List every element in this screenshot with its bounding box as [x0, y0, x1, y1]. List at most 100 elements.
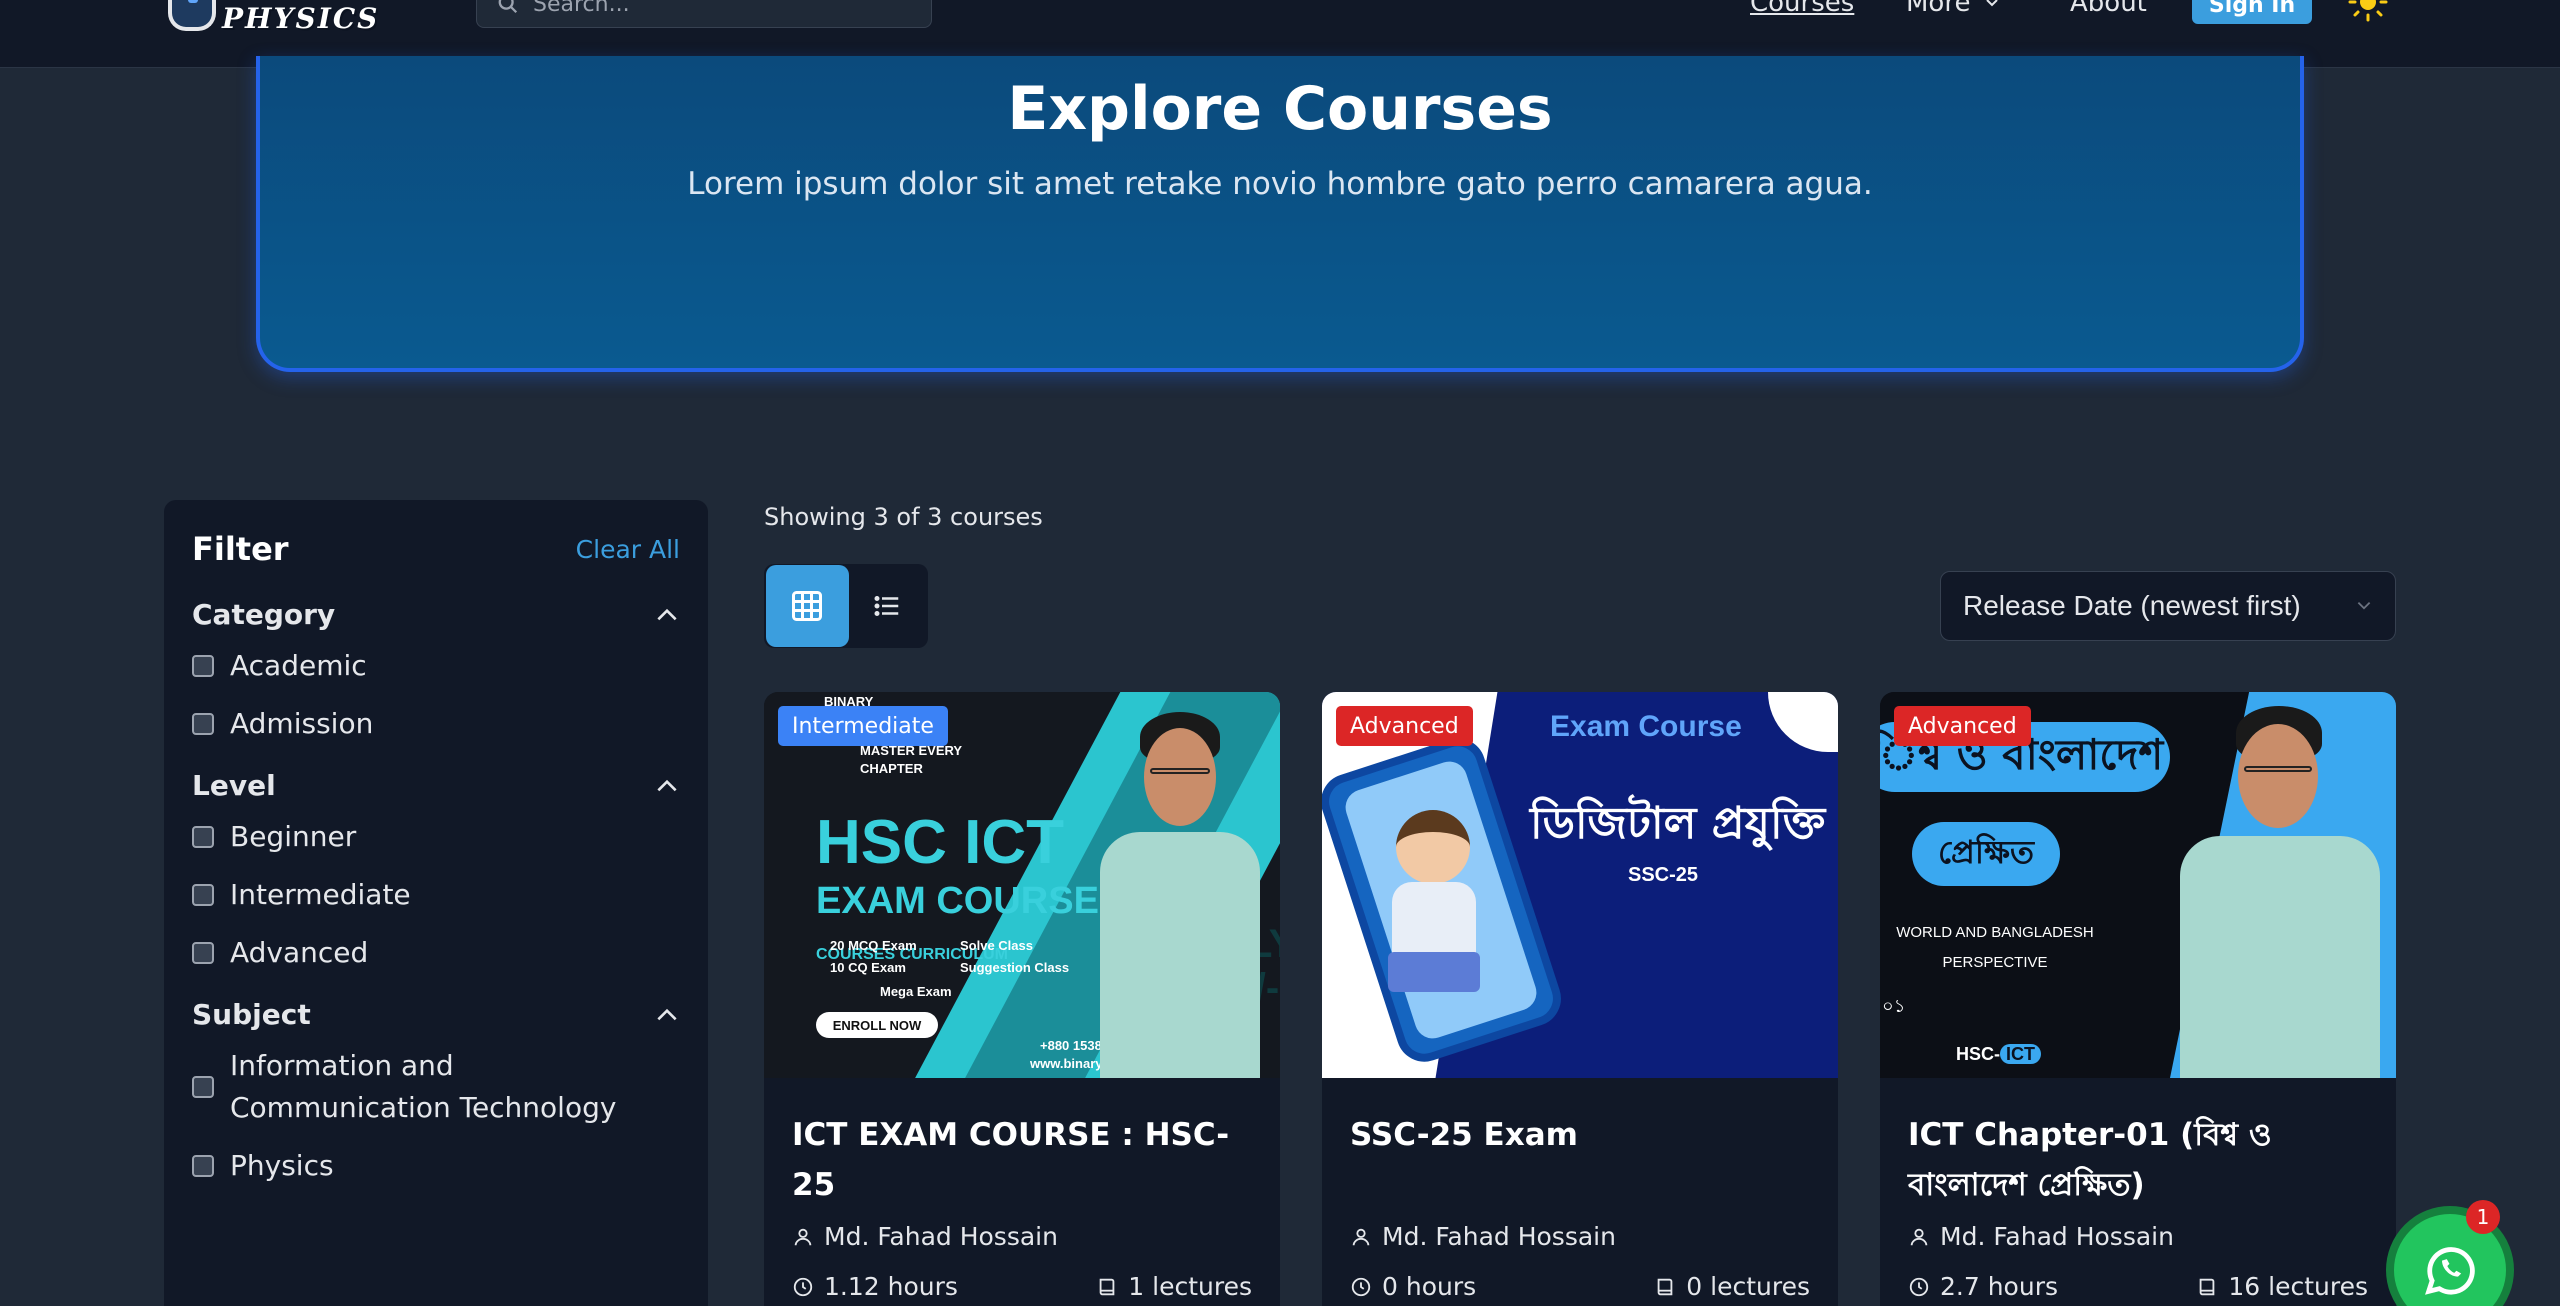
filter-group-subject: Subject Information and Communication Te…: [192, 998, 680, 1187]
course-lectures: 1 lectures: [1096, 1272, 1252, 1301]
option-label: Physics: [230, 1149, 334, 1182]
list-icon: [874, 596, 899, 616]
page-title: Explore Courses: [1007, 74, 1553, 144]
clock-icon: [793, 1277, 813, 1296]
filter-option-advanced[interactable]: Advanced: [192, 932, 680, 974]
thumb-item: 10 CQ Exam: [830, 960, 906, 975]
view-toggle: [764, 564, 928, 648]
lectures-value: 16 lectures: [2228, 1272, 2368, 1301]
chevron-down-icon: [1986, 0, 1999, 7]
clock-icon: [1351, 1277, 1371, 1296]
thumb-tagline: MASTER EVERY CHAPTER: [860, 743, 962, 776]
course-card[interactable]: Advanced Exam Course ডিজিটাল প্রযুক্তি S…: [1322, 692, 1838, 1306]
filter-header: Filter Clear All: [192, 530, 680, 568]
level-badge: Intermediate: [778, 706, 948, 746]
course-card[interactable]: Intermediate BINARY MASTER EVERY CHAPTER…: [764, 692, 1280, 1306]
filter-group-title: Level: [192, 769, 276, 802]
nav-link-courses[interactable]: Courses: [1750, 0, 1854, 18]
duration-value: 1.12 hours: [824, 1272, 958, 1301]
user-icon: [1352, 1228, 1370, 1245]
sun-icon[interactable]: [2348, 0, 2388, 22]
thumb-corner-text: ০১: [1882, 996, 1906, 1017]
notification-badge: 1: [2466, 1200, 2500, 1234]
thumb-headline: HSC ICT: [816, 808, 1064, 877]
thumb-english-caption: WORLD AND BANGLADESH PERSPECTIVE: [1896, 924, 2094, 971]
course-lectures: 0 lectures: [1654, 1272, 1810, 1301]
checkbox[interactable]: [192, 942, 214, 964]
course-duration: 1.12 hours: [792, 1272, 958, 1301]
site-logo[interactable]: PHYSICS: [168, 0, 380, 35]
chevron-up-icon: [657, 779, 677, 791]
logo-icon: [168, 0, 216, 31]
filter-group-level: Level Beginner Intermediate Advanced: [192, 769, 680, 974]
thumb-headline: Exam Course: [1550, 710, 1742, 743]
filter-option-beginner[interactable]: Beginner: [192, 816, 680, 858]
filter-option-ict[interactable]: Information and Communication Technology: [192, 1045, 680, 1129]
book-icon: [2200, 1278, 2215, 1295]
course-title[interactable]: ICT Chapter-01 (বিশ্ব ও বাংলাদেশ প্রেক্ষ…: [1880, 1078, 2396, 1203]
checkbox[interactable]: [192, 884, 214, 906]
checkbox[interactable]: [192, 1076, 214, 1098]
thumb-bangla-title: ডিজিটাল প্রযুক্তি: [1530, 798, 1826, 849]
thumb-hsc-tag: HSC- ICT: [1956, 1044, 2041, 1065]
filter-sidebar: Filter Clear All Category Academic Admis…: [164, 500, 708, 1306]
sort-select[interactable]: Release Date (newest first): [1940, 571, 2396, 641]
filter-group-toggle[interactable]: Subject: [192, 998, 680, 1031]
grid-view-button[interactable]: [766, 565, 849, 647]
book-icon: [1099, 1278, 1115, 1295]
logo-text: PHYSICS: [222, 1, 380, 35]
book-icon: [1657, 1278, 1673, 1295]
level-badge: Advanced: [1894, 706, 2031, 746]
duration-value: 0 hours: [1382, 1272, 1477, 1301]
chevron-down-icon: [2357, 601, 2371, 610]
option-label: Intermediate: [230, 878, 411, 911]
grid-icon: [792, 591, 823, 621]
clear-all-button[interactable]: Clear All: [576, 535, 680, 564]
course-thumbnail[interactable]: Advanced Exam Course ডিজিটাল প্রযুক্তি S…: [1322, 692, 1838, 1078]
course-card[interactable]: িশ্ব ও বাংলাদেশ প্রেক্ষিত Advanced WORLD…: [1880, 692, 2396, 1306]
results-count: Showing 3 of 3 courses: [764, 503, 1043, 531]
checkbox[interactable]: [192, 655, 214, 677]
hsc-label: HSC-: [1956, 1044, 2000, 1064]
character-illustration: [1396, 810, 1470, 884]
chevron-up-icon: [657, 1008, 677, 1020]
option-label: Information and Communication Technology: [230, 1049, 617, 1124]
thumb-item: Suggestion Class: [960, 960, 1070, 975]
clock-icon: [1909, 1277, 1929, 1296]
option-label: Admission: [230, 707, 374, 740]
course-title[interactable]: SSC-25 Exam: [1322, 1078, 1838, 1198]
course-instructor: Md. Fahad Hossain: [792, 1222, 1058, 1251]
option-label: Beginner: [230, 820, 357, 853]
thumb-tag: SSC-25: [1628, 864, 1699, 886]
hero-banner: Explore Courses Lorem ipsum dolor sit am…: [256, 56, 2304, 372]
list-view-button[interactable]: [849, 565, 926, 647]
filter-group-toggle[interactable]: Level: [192, 769, 680, 802]
search-placeholder: Search...: [533, 0, 630, 17]
instructor-name: Md. Fahad Hossain: [1382, 1222, 1616, 1251]
filter-option-academic[interactable]: Academic: [192, 645, 680, 687]
filter-option-intermediate[interactable]: Intermediate: [192, 874, 680, 916]
filter-group-title: Category: [192, 598, 336, 631]
nav-link-about[interactable]: About: [2070, 0, 2147, 18]
lectures-value: 0 lectures: [1686, 1272, 1810, 1301]
checkbox[interactable]: [192, 713, 214, 735]
course-title[interactable]: ICT EXAM COURSE : HSC-25: [764, 1078, 1280, 1203]
option-label: Academic: [230, 649, 367, 682]
course-thumbnail[interactable]: Intermediate BINARY MASTER EVERY CHAPTER…: [764, 692, 1280, 1078]
checkbox[interactable]: [192, 1155, 214, 1177]
thumb-item: Mega Exam: [880, 984, 952, 999]
course-instructor: Md. Fahad Hossain: [1908, 1222, 2174, 1251]
chevron-up-icon: [657, 608, 677, 620]
filter-title: Filter: [192, 530, 289, 568]
filter-group-toggle[interactable]: Category: [192, 598, 680, 631]
sign-in-button[interactable]: Sign In: [2192, 0, 2312, 24]
filter-option-admission[interactable]: Admission: [192, 703, 680, 745]
course-thumbnail[interactable]: িশ্ব ও বাংলাদেশ প্রেক্ষিত Advanced WORLD…: [1880, 692, 2396, 1078]
search-input[interactable]: Search...: [476, 0, 932, 28]
user-icon: [1910, 1228, 1928, 1245]
option-label: Advanced: [230, 936, 369, 969]
checkbox[interactable]: [192, 826, 214, 848]
filter-option-physics[interactable]: Physics: [192, 1145, 680, 1187]
level-badge: Advanced: [1336, 706, 1473, 746]
nav-link-more[interactable]: More: [1906, 0, 2000, 18]
